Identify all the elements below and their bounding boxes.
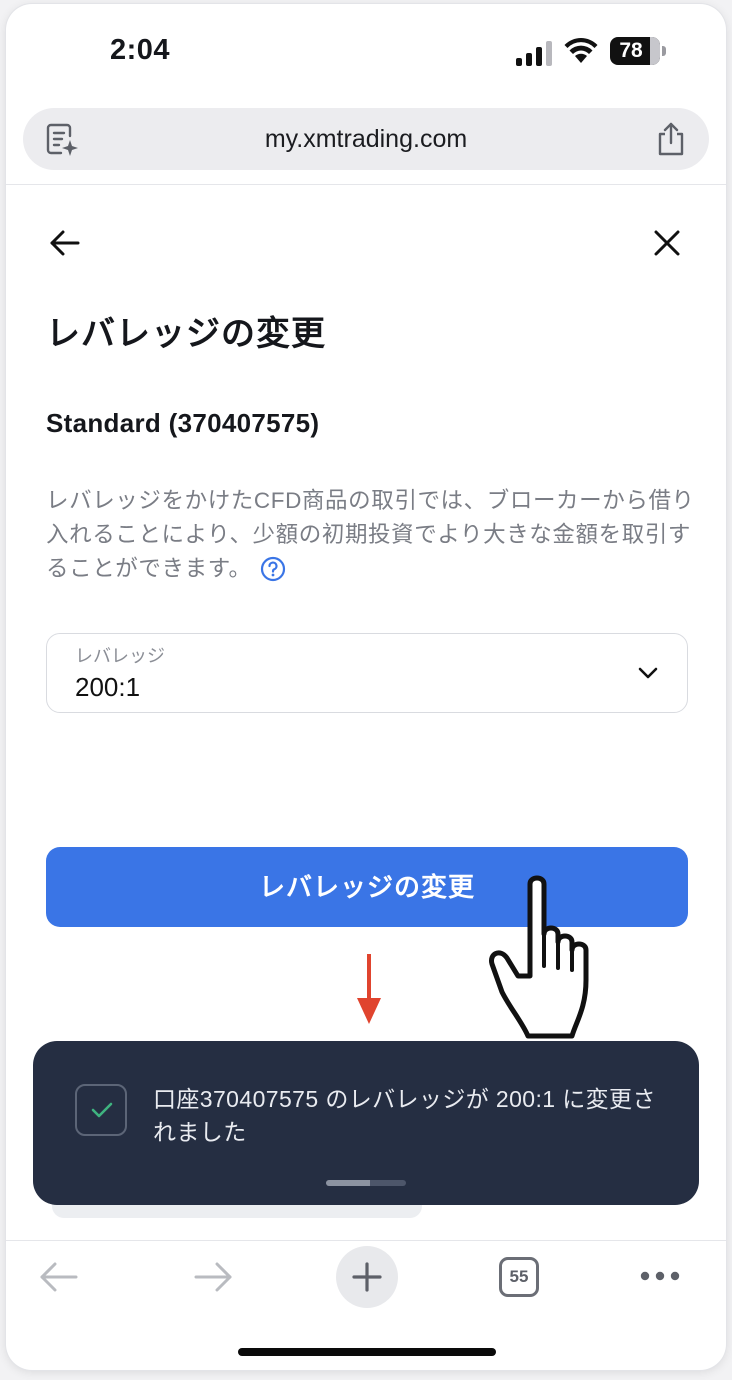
tabs-icon[interactable]: 55: [499, 1257, 539, 1297]
battery-level: 78: [619, 39, 643, 62]
close-icon[interactable]: [648, 224, 686, 262]
leverage-select[interactable]: レバレッジ 200:1: [46, 633, 688, 713]
cellular-signal-icon: [516, 40, 552, 66]
back-icon[interactable]: [38, 1256, 80, 1298]
account-name: Standard (370407575): [46, 408, 320, 438]
description: レバレッジをかけたCFD商品の取引では、ブローカーから借り入れることにより、少額…: [46, 484, 696, 586]
toast-message: 口座370407575 のレバレッジが 200:1 に変更されました: [153, 1086, 656, 1145]
help-icon[interactable]: [260, 556, 286, 582]
divider: [6, 184, 726, 185]
home-indicator: [238, 1348, 496, 1356]
back-arrow-icon[interactable]: [46, 224, 84, 262]
chevron-down-icon: [638, 667, 658, 679]
down-arrow-icon: [357, 954, 381, 1024]
wifi-icon: [564, 38, 598, 63]
status-time: 2:04: [110, 34, 171, 66]
success-toast[interactable]: 口座370407575 のレバレッジが 200:1 に変更されました: [33, 1041, 699, 1205]
phone-screen: 2:04 78 my.xmtrading.com レバレッジの変更 Standa…: [6, 4, 726, 1370]
toast-progress: [326, 1180, 406, 1186]
check-icon: [91, 1102, 113, 1118]
leverage-select-label: レバレッジ: [75, 646, 165, 666]
url-text[interactable]: my.xmtrading.com: [23, 125, 709, 154]
description-text: レバレッジをかけたCFD商品の取引では、ブローカーから借り入れることにより、少額…: [46, 488, 695, 581]
leverage-select-value: 200:1: [75, 672, 141, 702]
toast-progress-fill: [326, 1180, 370, 1186]
plus-icon: [352, 1262, 382, 1292]
page-title: レバレッジの変更: [46, 315, 326, 353]
battery-icon: 78: [610, 37, 666, 65]
new-tab-button[interactable]: [336, 1246, 398, 1308]
share-icon[interactable]: [655, 121, 687, 157]
forward-icon[interactable]: [192, 1256, 234, 1298]
more-icon[interactable]: [640, 1268, 680, 1284]
hand-cursor-icon: [489, 875, 589, 1039]
check-icon-box: [75, 1084, 127, 1136]
address-bar[interactable]: my.xmtrading.com: [23, 108, 709, 170]
divider: [6, 1240, 726, 1241]
